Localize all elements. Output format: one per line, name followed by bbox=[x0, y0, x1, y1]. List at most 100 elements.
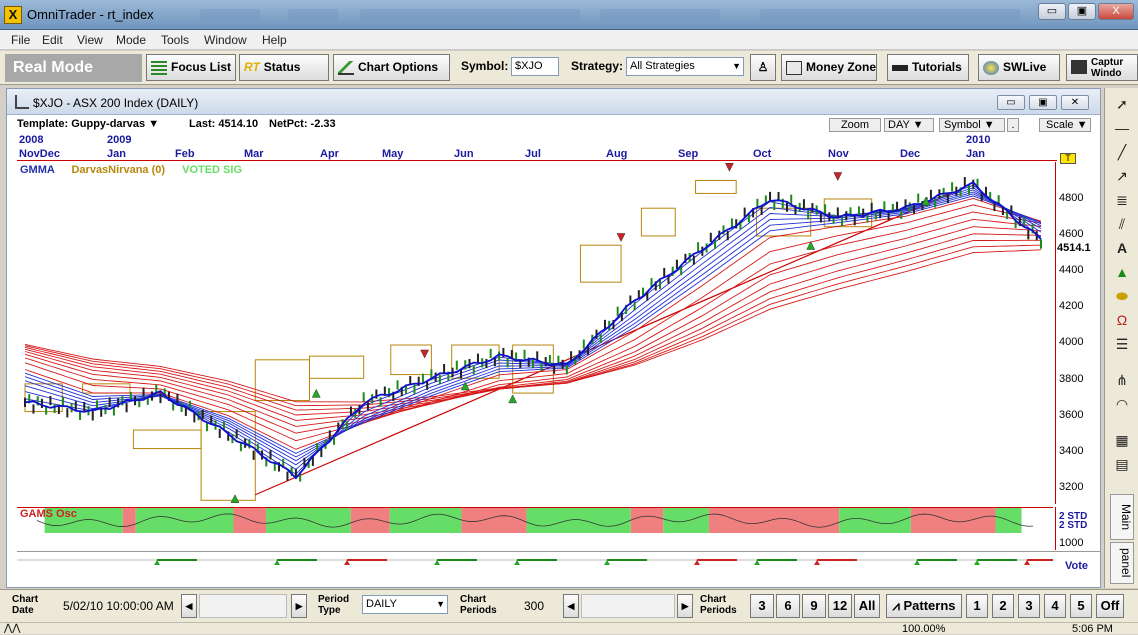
pattern-5-button[interactable]: 5 bbox=[1070, 594, 1092, 618]
notes-icon[interactable]: ☰ bbox=[1110, 334, 1134, 354]
pattern-2-button[interactable]: 2 bbox=[992, 594, 1014, 618]
tutorials-button[interactable]: Tutorials bbox=[887, 54, 969, 81]
arrow-up-icon[interactable]: ▲ bbox=[1110, 262, 1134, 282]
text-tool-icon[interactable]: A bbox=[1110, 238, 1134, 258]
graduation-cap-icon bbox=[892, 64, 908, 71]
periods-left-button[interactable]: ◂ bbox=[563, 594, 579, 618]
strategy-select[interactable]: All Strategies ▼ bbox=[626, 57, 744, 76]
drawing-toolbar: ➚ — ╱ ↗ ≣ ⫽ A ▲ ⬬ Ω ☰ ⋔ ◠ ▦ ▤ Main panel bbox=[1104, 88, 1138, 588]
month-label: Aug bbox=[606, 148, 628, 160]
scale-select[interactable]: Scale ▼ bbox=[1039, 118, 1091, 132]
price-tick: 3600 bbox=[1059, 409, 1084, 421]
grid-icon[interactable]: ▦ bbox=[1110, 430, 1134, 450]
focus-list-button[interactable]: Focus List bbox=[146, 54, 236, 81]
eraser-icon[interactable]: ⬬ bbox=[1110, 286, 1134, 306]
dot-button[interactable]: . bbox=[1007, 118, 1019, 132]
patterns-icon: ⩘ bbox=[892, 598, 900, 613]
sell-arrow bbox=[725, 162, 734, 172]
oscillator-panel[interactable] bbox=[17, 507, 1053, 533]
patterns-button[interactable]: ⩘ Patterns bbox=[886, 594, 962, 618]
period-type-label: Period Type bbox=[318, 594, 350, 616]
ray-tool-icon[interactable]: ↗ bbox=[1110, 166, 1134, 186]
period-type-select[interactable]: DAILY ▼ bbox=[362, 595, 448, 614]
periods-all-button[interactable]: All bbox=[854, 594, 880, 618]
money-zone-button[interactable]: Money Zone bbox=[781, 54, 877, 81]
osc-label: GAMS Osc bbox=[20, 508, 77, 520]
chart-minimize-button[interactable]: ▭ bbox=[997, 95, 1025, 110]
periods-9-button[interactable]: 9 bbox=[802, 594, 826, 618]
period-type-value: DAILY bbox=[366, 598, 397, 610]
zoom-button[interactable]: Zoom bbox=[829, 118, 881, 132]
horizontal-line-icon[interactable]: — bbox=[1110, 118, 1134, 138]
scale-label: Scale bbox=[1046, 119, 1074, 131]
patterns-off-button[interactable]: Off bbox=[1096, 594, 1124, 618]
menu-edit[interactable]: Edit bbox=[42, 33, 63, 47]
scroll-left-button[interactable]: ◂ bbox=[181, 594, 197, 618]
trendline-icon[interactable]: ╱ bbox=[1110, 142, 1134, 162]
arc-tool-icon[interactable]: ◠ bbox=[1110, 394, 1134, 414]
strategy-label: Strategy: bbox=[571, 59, 624, 73]
chart-options-button[interactable]: Chart Options bbox=[333, 54, 450, 81]
month-label: Sep bbox=[678, 148, 699, 160]
chart-periods-value[interactable]: 300 bbox=[505, 596, 563, 616]
fibonacci-icon[interactable]: ≣ bbox=[1110, 190, 1134, 210]
menu-mode[interactable]: Mode bbox=[116, 33, 146, 47]
wizard-button[interactable]: ♙ bbox=[750, 54, 776, 81]
pointer-tool-icon[interactable]: ➚ bbox=[1110, 94, 1134, 114]
pattern-1-button[interactable]: 1 bbox=[966, 594, 988, 618]
status-button[interactable]: RT Status bbox=[239, 54, 329, 81]
magnet-icon[interactable]: Ω bbox=[1110, 310, 1134, 330]
pitchfork-icon[interactable]: ⋔ bbox=[1110, 370, 1134, 390]
chart-restore-button[interactable]: ▣ bbox=[1029, 95, 1057, 110]
osc-band-negative bbox=[350, 508, 390, 533]
period-select[interactable]: DAY ▼ bbox=[884, 118, 934, 132]
periods-6-button[interactable]: 6 bbox=[776, 594, 800, 618]
minimize-button[interactable]: ▭ bbox=[1038, 3, 1066, 20]
price-tick: 4200 bbox=[1059, 300, 1084, 312]
strategy-value: All Strategies bbox=[630, 60, 695, 72]
chevron-down-icon: ▼ bbox=[912, 119, 924, 131]
bottom-navigation-bar: Chart Date 5/02/10 10:00:00 AM ◂ ▸ Perio… bbox=[0, 589, 1138, 622]
menu-tools[interactable]: Tools bbox=[161, 33, 189, 47]
periods-12-button[interactable]: 12 bbox=[828, 594, 852, 618]
patterns-label: Patterns bbox=[903, 598, 956, 613]
periods-3-button[interactable]: 3 bbox=[750, 594, 774, 618]
tab-panel[interactable]: panel bbox=[1110, 542, 1134, 584]
month-label: Oct bbox=[753, 148, 772, 160]
money-zone-label: Money Zone bbox=[806, 60, 877, 74]
menu-window[interactable]: Window bbox=[204, 33, 247, 47]
chart-window: $XJO - ASX 200 Index (DAILY) ▭ ▣ ✕ Templ… bbox=[6, 88, 1101, 588]
osc-tick: 2 STD bbox=[1059, 520, 1088, 531]
periods-scrollbar[interactable] bbox=[581, 594, 675, 618]
scroll-right-button[interactable]: ▸ bbox=[291, 594, 307, 618]
swlive-label: SWLive bbox=[1003, 60, 1047, 74]
vote-panel-separator bbox=[17, 551, 1100, 552]
symbol-input[interactable]: $XJO bbox=[511, 57, 559, 76]
chart-close-button[interactable]: ✕ bbox=[1061, 95, 1089, 110]
resize-grip-icon: ⋀⋀ bbox=[4, 623, 21, 634]
vote-panel[interactable] bbox=[17, 557, 1053, 575]
menu-file[interactable]: File bbox=[11, 33, 30, 47]
pattern-4-button[interactable]: 4 bbox=[1044, 594, 1066, 618]
tab-main[interactable]: Main bbox=[1110, 494, 1134, 540]
price-chart[interactable] bbox=[17, 162, 1053, 504]
list-icon bbox=[151, 60, 167, 75]
symbol-select[interactable]: Symbol ▼ bbox=[939, 118, 1005, 132]
grid-lines-icon[interactable]: ▤ bbox=[1110, 454, 1134, 474]
osc-band-positive bbox=[389, 508, 462, 533]
capture-window-button[interactable]: Captur Windo bbox=[1066, 54, 1138, 81]
menu-help[interactable]: Help bbox=[262, 33, 287, 47]
swlive-button[interactable]: SWLive bbox=[978, 54, 1060, 81]
date-scrollbar[interactable] bbox=[199, 594, 287, 618]
close-button[interactable]: X bbox=[1098, 3, 1134, 20]
restore-button[interactable]: ▣ bbox=[1068, 3, 1096, 20]
sell-arrow bbox=[420, 349, 430, 359]
channel-tool-icon[interactable]: ⫽ bbox=[1110, 214, 1134, 234]
money-zone-icon bbox=[786, 60, 802, 75]
price-tick: 4000 bbox=[1059, 336, 1084, 348]
menu-view[interactable]: View bbox=[77, 33, 103, 47]
periods-right-button[interactable]: ▸ bbox=[677, 594, 693, 618]
template-select[interactable]: Template: Guppy-darvas ▼ bbox=[17, 118, 159, 130]
pattern-3-button[interactable]: 3 bbox=[1018, 594, 1040, 618]
mode-indicator: Real Mode bbox=[5, 54, 142, 82]
